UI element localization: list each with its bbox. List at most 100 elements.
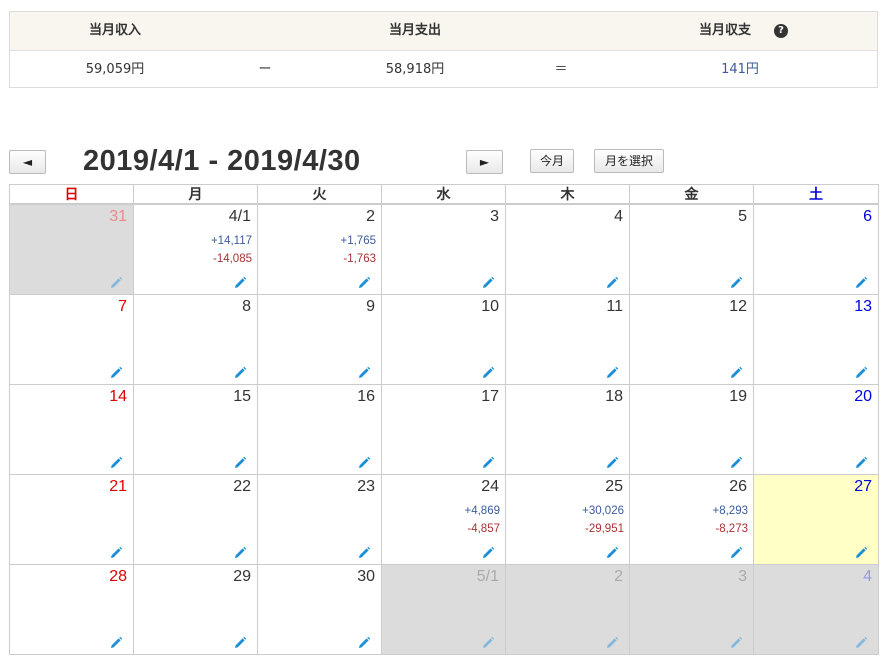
calendar-day-cell[interactable]: 29 [133,564,258,655]
this-month-button[interactable]: 今月 [530,149,574,173]
day-expense[interactable]: -4,857 [467,523,500,535]
calendar-day-cell[interactable]: 15 [133,384,258,475]
balance-header: 当月収支 [698,23,751,38]
calendar-day-cell[interactable]: 13 [753,294,879,385]
calendar-day-cell[interactable]: 19 [629,384,754,475]
calendar-day-cell[interactable]: 3 [381,204,506,295]
day-income[interactable]: +14,117 [211,235,252,247]
pencil-icon[interactable] [729,365,743,379]
day-income[interactable]: +30,026 [582,505,624,517]
calendar-day-cell[interactable]: 28 [9,564,134,655]
calendar-day-cell[interactable]: 10 [381,294,506,385]
calendar-day-cell[interactable]: 22 [133,474,258,565]
summary-header: 当月収入 当月支出 当月収支 ? [10,12,877,51]
day-number: 20 [854,388,872,405]
calendar-day-cell[interactable]: 4/1 +14,117 -14,085 [133,204,258,295]
pencil-icon[interactable] [605,635,619,649]
day-income[interactable]: +4,869 [465,505,501,517]
pencil-icon[interactable] [109,545,123,559]
day-number: 12 [729,298,747,315]
pencil-icon[interactable] [233,455,247,469]
calendar-day-cell[interactable]: 16 [257,384,382,475]
pencil-icon[interactable] [854,455,868,469]
day-number: 26 [729,478,747,495]
day-income[interactable]: +1,765 [341,235,377,247]
pencil-icon[interactable] [854,545,868,559]
day-expense[interactable]: -29,951 [585,523,624,535]
calendar-day-cell[interactable]: 18 [505,384,630,475]
calendar-day-cell[interactable]: 27 [753,474,879,565]
calendar-day-cell[interactable]: 8 [133,294,258,385]
pencil-icon[interactable] [481,275,495,289]
pencil-icon[interactable] [357,545,371,559]
pencil-icon[interactable] [481,545,495,559]
pencil-icon[interactable] [854,365,868,379]
day-number: 14 [109,388,127,405]
pencil-icon[interactable] [481,365,495,379]
calendar-day-cell[interactable]: 11 [505,294,630,385]
select-month-button[interactable]: 月を選択 [594,149,664,173]
pencil-icon[interactable] [109,275,123,289]
day-number: 30 [357,568,375,585]
next-month-button[interactable]: ► [466,150,503,174]
pencil-icon[interactable] [357,635,371,649]
day-expense[interactable]: -8,273 [715,523,748,535]
calendar-day-cell[interactable]: 5/1 [381,564,506,655]
calendar-day-cell[interactable]: 2 +1,765 -1,763 [257,204,382,295]
day-number: 4 [863,568,872,585]
calendar-day-cell[interactable]: 6 [753,204,879,295]
pencil-icon[interactable] [729,635,743,649]
weekday-header: 水 [381,184,506,204]
pencil-icon[interactable] [605,455,619,469]
day-number: 11 [606,298,623,315]
pencil-icon[interactable] [605,275,619,289]
day-income[interactable]: +8,293 [713,505,749,517]
calendar-day-cell[interactable]: 31 [9,204,134,295]
day-number: 21 [109,478,127,495]
pencil-icon[interactable] [233,635,247,649]
calendar-day-cell[interactable]: 3 [629,564,754,655]
pencil-icon[interactable] [854,275,868,289]
calendar-day-cell[interactable]: 20 [753,384,879,475]
pencil-icon[interactable] [109,455,123,469]
calendar-day-cell[interactable]: 23 [257,474,382,565]
pencil-icon[interactable] [729,275,743,289]
pencil-icon[interactable] [357,275,371,289]
pencil-icon[interactable] [357,455,371,469]
calendar-day-cell[interactable]: 4 [505,204,630,295]
calendar-day-cell[interactable]: 26 +8,293 -8,273 [629,474,754,565]
calendar-day-cell[interactable]: 21 [9,474,134,565]
question-icon[interactable]: ? [774,24,788,38]
calendar-day-cell[interactable]: 14 [9,384,134,475]
pencil-icon[interactable] [233,275,247,289]
pencil-icon[interactable] [729,545,743,559]
pencil-icon[interactable] [233,545,247,559]
pencil-icon[interactable] [854,635,868,649]
pencil-icon[interactable] [481,455,495,469]
pencil-icon[interactable] [605,365,619,379]
day-expense[interactable]: -1,763 [343,253,376,265]
pencil-icon[interactable] [357,365,371,379]
weekday-header: 月 [133,184,258,204]
pencil-icon[interactable] [729,455,743,469]
calendar-day-cell[interactable]: 30 [257,564,382,655]
calendar-day-cell[interactable]: 25 +30,026 -29,951 [505,474,630,565]
calendar-day-cell[interactable]: 9 [257,294,382,385]
calendar-day-cell[interactable]: 7 [9,294,134,385]
calendar-grid: 日月火水木金土 31 4/1 +14,117 -14,085 2 +1,765 -1,763… [9,184,879,656]
prev-month-button[interactable]: ◄ [9,150,46,174]
calendar-day-cell[interactable]: 5 [629,204,754,295]
day-number: 2 [366,208,375,225]
calendar-day-cell[interactable]: 2 [505,564,630,655]
calendar-day-cell[interactable]: 17 [381,384,506,475]
weekday-header: 金 [629,184,754,204]
pencil-icon[interactable] [605,545,619,559]
pencil-icon[interactable] [109,365,123,379]
pencil-icon[interactable] [233,365,247,379]
pencil-icon[interactable] [481,635,495,649]
calendar-day-cell[interactable]: 4 [753,564,879,655]
pencil-icon[interactable] [109,635,123,649]
day-expense[interactable]: -14,085 [213,253,252,265]
calendar-day-cell[interactable]: 24 +4,869 -4,857 [381,474,506,565]
calendar-day-cell[interactable]: 12 [629,294,754,385]
